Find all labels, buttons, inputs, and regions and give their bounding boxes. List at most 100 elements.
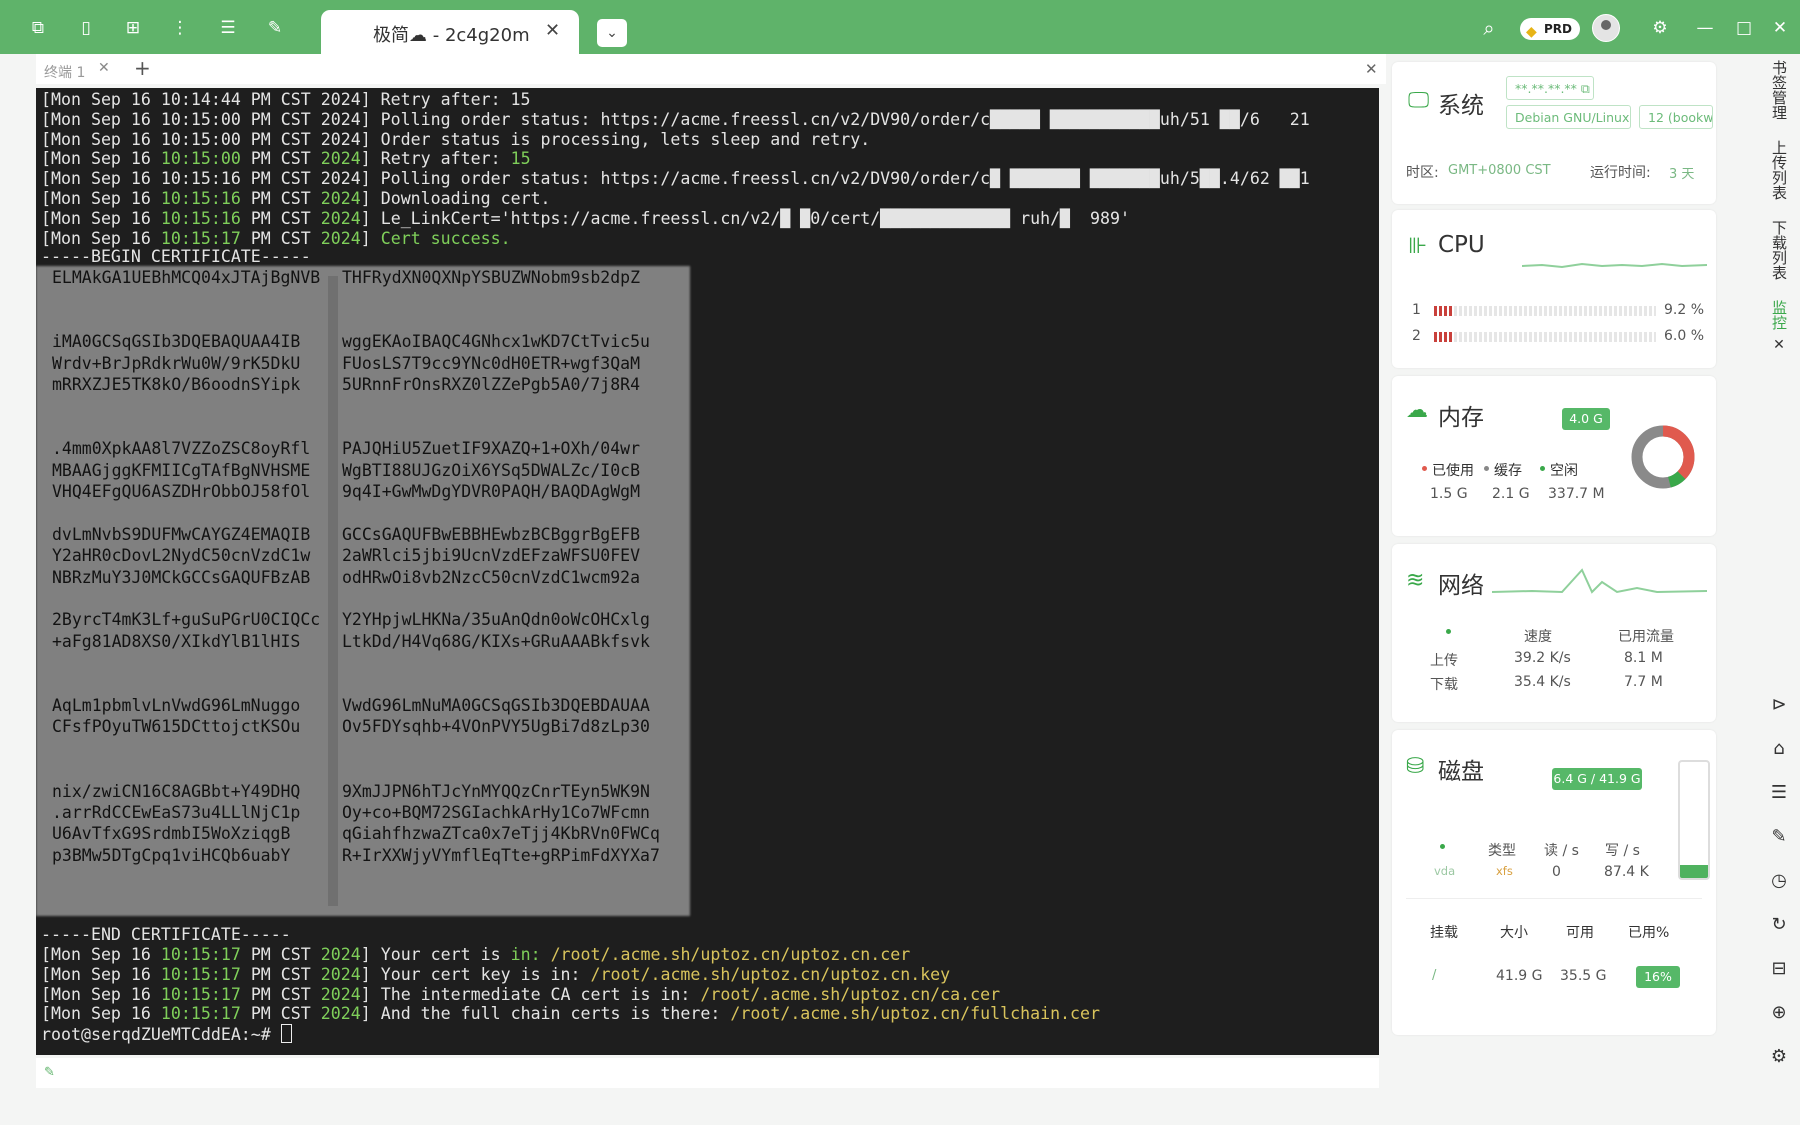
list-icon[interactable]: ☰ — [1768, 782, 1790, 804]
terminal-tab[interactable]: 终端 1 — [44, 62, 85, 82]
side-tab-4[interactable]: 监控 — [1770, 300, 1790, 330]
maximize-icon[interactable]: □ — [1734, 18, 1754, 38]
cpu-core-bar-fill — [1434, 332, 1454, 342]
terminal-output[interactable]: [Mon Sep 16 10:14:44 PM CST 2024] Retry … — [36, 88, 1379, 1055]
disk-status-dot — [1440, 844, 1445, 849]
cert-line-left: dvLmNvbS9DUFMwCAYGZ4EMAQIB — [52, 524, 311, 544]
clock-icon[interactable]: ◷ — [1768, 870, 1790, 892]
ip-chip[interactable]: **.**.**.** ⧉ — [1506, 76, 1594, 100]
cpu-core-bar — [1434, 332, 1656, 342]
memory-card: ☁ 内存 4.0 G 已使用 1.5 G 缓存 2.1 G 空闲 337.7 M — [1392, 376, 1716, 536]
tab-active-session[interactable]: 极简☁ - 2c4g20m ✕ — [321, 10, 579, 54]
avatar[interactable] — [1592, 14, 1620, 42]
cert-line-right: 9q4I+GwMwDgYDVR0PAQH/BAQDAgWgM — [342, 482, 641, 501]
tree-icon[interactable]: ⋮ — [170, 18, 190, 38]
side-tab-3[interactable]: 下载列表 — [1770, 220, 1790, 280]
disk-read-header: 读 / s — [1544, 843, 1579, 859]
disk-icon: ⛁ — [1406, 754, 1425, 779]
cert-line-right: VwdG96LmNuMA0GCSqGSIb3DQEBDAUAA — [342, 696, 650, 715]
close-panel-icon[interactable]: ✕ — [1365, 60, 1378, 78]
log-line: [Mon Sep 16 10:14:44 PM CST 2024] Retry … — [41, 90, 531, 109]
log-line: [Mon Sep 16 10:15:00 PM CST 2024] Order … — [41, 129, 871, 149]
chevron-down-icon[interactable]: ⌄ — [597, 19, 627, 47]
tab-title: 极简☁ - 2c4g20m — [373, 25, 530, 46]
log-line: [Mon Sep 16 10:15:17 PM CST 2024] Your c… — [41, 964, 951, 984]
cert-line-right: FUosLS7T9cc9YNc0dH0ETR+wgf3QaM — [342, 353, 641, 373]
edit-icon[interactable]: ✎ — [1768, 826, 1790, 848]
disk-gauge-fill — [1680, 865, 1708, 878]
cpu-core-id: 2 — [1412, 328, 1421, 344]
uptime-label: 运行时间: — [1590, 165, 1651, 181]
cert-line-left: VHQ4EFgQU6ASZDHrObbOJ58fOl — [52, 482, 311, 501]
timezone-value: GMT+0800 CST — [1448, 163, 1551, 178]
cert-line-right: PAJQHiU5ZuetIF9XAZQ+1+OXh/04wr — [342, 439, 641, 459]
monitor-icon: 🖵 — [1408, 88, 1430, 113]
side-tab-2[interactable]: 上传列表 — [1770, 140, 1790, 200]
folder-icon[interactable]: ⌂ — [1768, 738, 1790, 760]
target-icon[interactable]: ⊕ — [1768, 1002, 1790, 1024]
disk-write-value: 87.4 K — [1604, 864, 1649, 880]
legend-dot — [1422, 466, 1427, 471]
side-tab-1[interactable]: 书签管理 — [1770, 60, 1790, 120]
memory-title: 内存 — [1438, 405, 1484, 431]
pen-icon[interactable]: ✎ — [44, 1065, 55, 1080]
grid-icon[interactable]: ⊞ — [123, 18, 143, 38]
close-icon[interactable]: ✕ — [1768, 334, 1790, 356]
close-window-icon[interactable]: ✕ — [1770, 18, 1790, 38]
shell-prompt[interactable]: root@serqdZUeMTCddEA:~# — [41, 1024, 292, 1045]
memory-legend-label: 空闲 — [1550, 463, 1578, 479]
disk-type-header: 类型 — [1488, 843, 1516, 859]
window-icon[interactable]: ⧉ — [28, 18, 48, 38]
cert-line-left: AqLm1pbmlvLnVwdG96LmNuggo — [52, 696, 301, 715]
log-line: [Mon Sep 16 10:15:17 PM CST 2024] And th… — [41, 1004, 1101, 1024]
side-tab-bar: 书签管理上传列表下载列表监控 ✕ ⊳ ⌂ ☰ ✎ ◷ ↻ ⊟ ⊕ ⚙ — [1760, 54, 1800, 1125]
settings-icon[interactable]: ⚙ — [1768, 1046, 1790, 1068]
log-line: [Mon Sep 16 10:15:00 PM CST 2024] Retry … — [41, 149, 531, 169]
terminal-tab-bar: 终端 1 ✕ + ✕ — [36, 54, 1386, 84]
search-icon[interactable]: ⌕ — [1479, 18, 1499, 38]
cert-line-left: iMA0GCSqGSIb3DQEBAQUAA4IB — [52, 332, 301, 352]
cert-line-left: +aFg81AD8XS0/XIkdYlB1lHIS — [52, 631, 301, 651]
minimize-icon[interactable]: — — [1695, 18, 1715, 38]
wrench-icon[interactable]: ✎ — [265, 18, 285, 38]
disk-avail-value: 35.5 G — [1560, 968, 1607, 984]
network-card: ≋ 网络 速度 已用流量 上传 39.2 K/s 8.1 M 下载 35.4 K/s 7.… — [1392, 544, 1716, 722]
cert-line-right: THFRydXN0QXNpYSBUZWNobm9sb2dpZ — [342, 268, 641, 287]
begin-certificate: -----BEGIN CERTIFICATE----- — [41, 247, 311, 266]
cert-line-left: CFsfPOyuTW615DCttojctKSOu — [52, 717, 301, 737]
cert-line-right: odHRwOi8vb2NzcC50cnVzdC1wcm92a — [342, 567, 641, 587]
disk-avail-header: 可用 — [1566, 925, 1594, 941]
memory-legend-value: 1.5 G — [1430, 486, 1468, 502]
gear-icon[interactable]: ⚙ — [1650, 18, 1670, 38]
prd-badge[interactable]: ◆ PRD — [1520, 18, 1580, 40]
terminal-icon[interactable]: ⊳ — [1768, 694, 1790, 716]
memory-legend-label: 已使用 — [1432, 463, 1474, 479]
cloud-icon: ☁ — [1406, 398, 1428, 423]
cert-line-right: LtkDd/H4Vq68G/KIXs+GRuAAABkfsvk — [342, 631, 650, 651]
cert-line-left: 2ByrcT4mK3Lf+guSuPGrU0CIQCc — [52, 610, 321, 630]
add-tab-icon[interactable]: + — [134, 56, 151, 80]
cert-line-right: Oy+co+BQM72SGIachkArHy1Co7WFcmn — [342, 803, 650, 822]
disk-total-badge: 6.4 G / 41.9 G — [1552, 768, 1642, 790]
refresh-icon[interactable]: ↻ — [1768, 914, 1790, 936]
diamond-icon: ◆ — [1526, 24, 1537, 40]
cert-line-left: ELMAkGA1UEBhMCQ04xJTAjBgNVB — [52, 268, 321, 287]
memory-legend-label: 缓存 — [1494, 463, 1522, 479]
disk-size-header: 大小 — [1500, 925, 1528, 941]
list-icon[interactable]: ☰ — [218, 18, 238, 38]
network-status-dot — [1446, 629, 1451, 634]
save-icon[interactable]: ⊟ — [1768, 958, 1790, 980]
network-row-speed: 39.2 K/s — [1514, 650, 1571, 666]
cert-line-left: Y2aHR0cDovL2NydC50cnVzdC1w — [52, 546, 311, 566]
cpu-core-bar-fill — [1434, 306, 1455, 316]
log-line: [Mon Sep 16 10:15:17 PM CST 2024] The in… — [41, 984, 1001, 1004]
close-icon[interactable]: ✕ — [545, 20, 560, 41]
clipboard-icon[interactable]: ▯ — [76, 18, 96, 38]
cert-line-left: p3BMw5DTgCpq1viHCQb6uabY — [52, 845, 291, 865]
disk-mount-header: 挂载 — [1430, 925, 1458, 941]
memory-legend-value: 2.1 G — [1492, 486, 1530, 502]
cert-line-left: Wrdv+BrJpRdkrWu0W/9rK5DkU — [52, 353, 301, 373]
system-title: 系统 — [1438, 93, 1484, 119]
memory-legend-value: 337.7 M — [1548, 486, 1605, 502]
close-icon[interactable]: ✕ — [98, 60, 110, 76]
